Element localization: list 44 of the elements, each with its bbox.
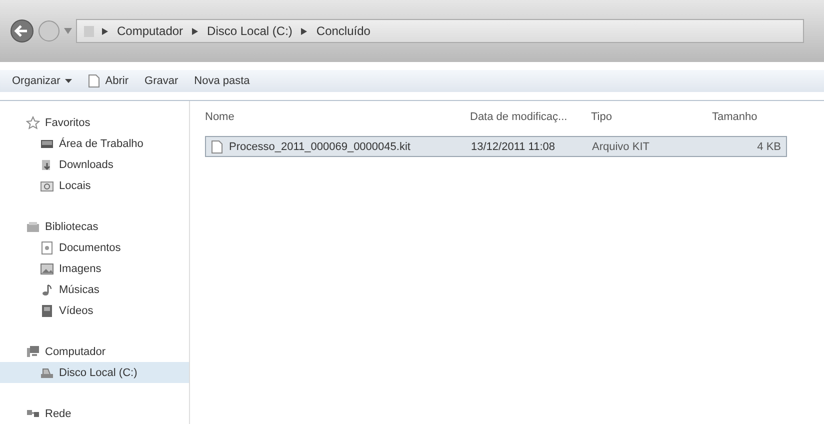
toolbar-button[interactable]: Organizar: [6, 70, 78, 92]
breadcrumb-item[interactable]: Disco Local (C:): [205, 24, 294, 38]
sidebar-item[interactable]: Músicas: [0, 279, 189, 300]
sidebar-item[interactable]: Área de Trabalho: [0, 133, 189, 154]
chevron-icon: [301, 28, 308, 34]
breadcrumb-item[interactable]: Computador: [115, 24, 186, 38]
table-cell-text: 4 KB: [756, 140, 782, 152]
sidebar-item[interactable]: Computador: [0, 341, 189, 362]
toolbar-button[interactable]: Abrir: [82, 70, 135, 92]
caret-icon: [65, 79, 72, 83]
address-bar[interactable]: Computador Disco Local (C:) Concluído: [76, 19, 804, 43]
back-icon[interactable]: [10, 19, 34, 43]
column-header[interactable]: Tipo: [591, 111, 712, 123]
toolbar-button[interactable]: Gravar: [138, 70, 184, 92]
music-note-icon: [40, 282, 54, 296]
toolbar-button[interactable]: Nova pasta: [188, 70, 256, 92]
sidebar-item[interactable]: Vídeos: [0, 300, 189, 321]
column-header[interactable]: Data de modificaç...: [470, 111, 591, 123]
column-header[interactable]: Tamanho: [712, 111, 814, 123]
chevron-icon: [192, 28, 198, 34]
sidebar-item[interactable]: Disco Local (C:): [0, 362, 189, 383]
table-cell-text: Processo_2011_000069_0000045.kit: [229, 140, 412, 152]
drive-icon: [40, 366, 54, 380]
table-cell-text: 13/12/2011 11:08: [471, 140, 556, 152]
sidebar-item[interactable]: Imagens: [0, 258, 189, 279]
computer-icon: [26, 344, 40, 358]
chevron-icon: [102, 28, 108, 34]
file-icon: [88, 74, 100, 88]
sidebar-item[interactable]: Downloads: [0, 154, 189, 175]
table-cell-text: Arquivo KIT: [592, 140, 650, 152]
file-icon: [211, 140, 223, 154]
image-icon: [40, 262, 54, 276]
sidebar-item[interactable]: Bibliotecas: [0, 216, 189, 237]
sidebar-item[interactable]: Locais: [0, 175, 189, 196]
column-header[interactable]: Nome: [205, 111, 470, 123]
star-icon: [26, 116, 40, 130]
breadcrumb-item[interactable]: Concluído: [314, 24, 372, 38]
file-row[interactable]: Processo_2011_000069_0000045.kit 13/12/2011 11:08 Arquivo KIT 4 KB: [205, 136, 787, 157]
sidebar-item[interactable]: Rede: [0, 403, 189, 424]
film-icon: [40, 304, 54, 318]
sidebar-item[interactable]: Documentos: [0, 237, 189, 258]
sidebar-item[interactable]: Favoritos: [0, 112, 189, 133]
document-icon: [40, 240, 54, 254]
dropdown-icon[interactable]: [64, 28, 72, 34]
